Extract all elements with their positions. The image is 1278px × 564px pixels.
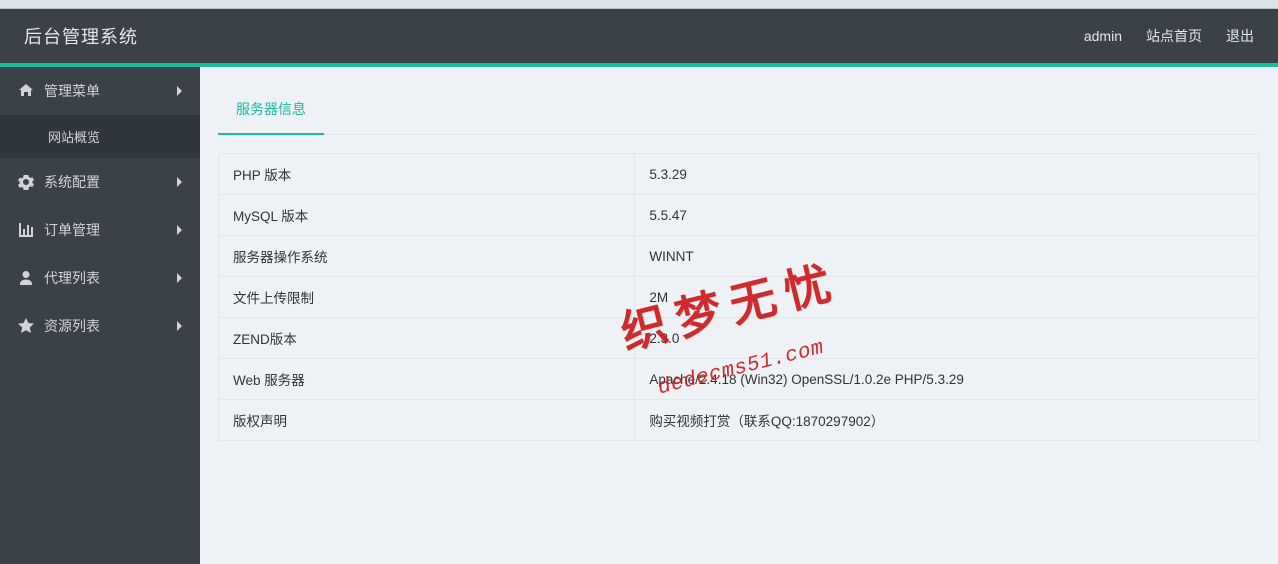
app-title: 后台管理系统 (24, 23, 138, 49)
sidebar-item-system-config[interactable]: 系统配置 (0, 158, 200, 206)
caret-right-icon (177, 177, 182, 187)
caret-right-icon (177, 273, 182, 283)
star-icon (18, 318, 34, 334)
info-key: 服务器操作系统 (219, 236, 635, 277)
panel-header-wrap: 服务器信息 (218, 85, 1260, 135)
sidebar-item-label: 管理菜单 (44, 81, 177, 101)
sidebar-item-manage-menu[interactable]: 管理菜单 (0, 67, 200, 115)
table-row: ZEND版本 2.3.0 (219, 318, 1260, 359)
caret-right-icon (177, 321, 182, 331)
header-right: admin 站点首页 退出 (1084, 26, 1254, 46)
table-row: MySQL 版本 5.5.47 (219, 195, 1260, 236)
info-key: Web 服务器 (219, 359, 635, 400)
info-val: 购买视频打赏（联系QQ:1870297902） (635, 400, 1260, 441)
main-content: 服务器信息 PHP 版本 5.3.29 MySQL 版本 5.5.47 服务器操… (200, 67, 1278, 564)
table-row: 版权声明 购买视频打赏（联系QQ:1870297902） (219, 400, 1260, 441)
browser-top-strip (0, 0, 1278, 9)
info-key: MySQL 版本 (219, 195, 635, 236)
chart-icon (18, 222, 34, 238)
site-home-link[interactable]: 站点首页 (1146, 26, 1202, 46)
info-val: 5.3.29 (635, 154, 1260, 195)
sidebar-item-label: 代理列表 (44, 268, 177, 288)
panel-title: 服务器信息 (218, 85, 324, 135)
info-key: PHP 版本 (219, 154, 635, 195)
sidebar-sub-site-overview[interactable]: 网站概览 (0, 115, 200, 158)
logout-link[interactable]: 退出 (1226, 26, 1254, 46)
table-row: Web 服务器 Apache/2.4.18 (Win32) OpenSSL/1.… (219, 359, 1260, 400)
info-val: 2.3.0 (635, 318, 1260, 359)
info-val: Apache/2.4.18 (Win32) OpenSSL/1.0.2e PHP… (635, 359, 1260, 400)
cogs-icon (18, 174, 34, 190)
info-key: 版权声明 (219, 400, 635, 441)
sidebar-item-label: 订单管理 (44, 220, 177, 240)
table-row: 文件上传限制 2M (219, 277, 1260, 318)
caret-right-icon (177, 86, 182, 96)
header-user[interactable]: admin (1084, 28, 1122, 44)
home-icon (18, 83, 34, 99)
table-row: PHP 版本 5.3.29 (219, 154, 1260, 195)
sidebar-item-resource-list[interactable]: 资源列表 (0, 302, 200, 350)
caret-right-icon (177, 225, 182, 235)
info-val: 2M (635, 277, 1260, 318)
info-key: 文件上传限制 (219, 277, 635, 318)
info-val: WINNT (635, 236, 1260, 277)
sidebar-item-label: 资源列表 (44, 316, 177, 336)
sidebar-item-order-manage[interactable]: 订单管理 (0, 206, 200, 254)
sidebar-item-label: 系统配置 (44, 172, 177, 192)
user-icon (18, 270, 34, 286)
sidebar: 管理菜单 网站概览 系统配置 订单管理 代理列表 (0, 67, 200, 564)
header-bar: 后台管理系统 admin 站点首页 退出 (0, 9, 1278, 63)
info-key: ZEND版本 (219, 318, 635, 359)
server-info-table: PHP 版本 5.3.29 MySQL 版本 5.5.47 服务器操作系统 WI… (218, 153, 1260, 441)
table-row: 服务器操作系统 WINNT (219, 236, 1260, 277)
info-val: 5.5.47 (635, 195, 1260, 236)
sidebar-item-agent-list[interactable]: 代理列表 (0, 254, 200, 302)
